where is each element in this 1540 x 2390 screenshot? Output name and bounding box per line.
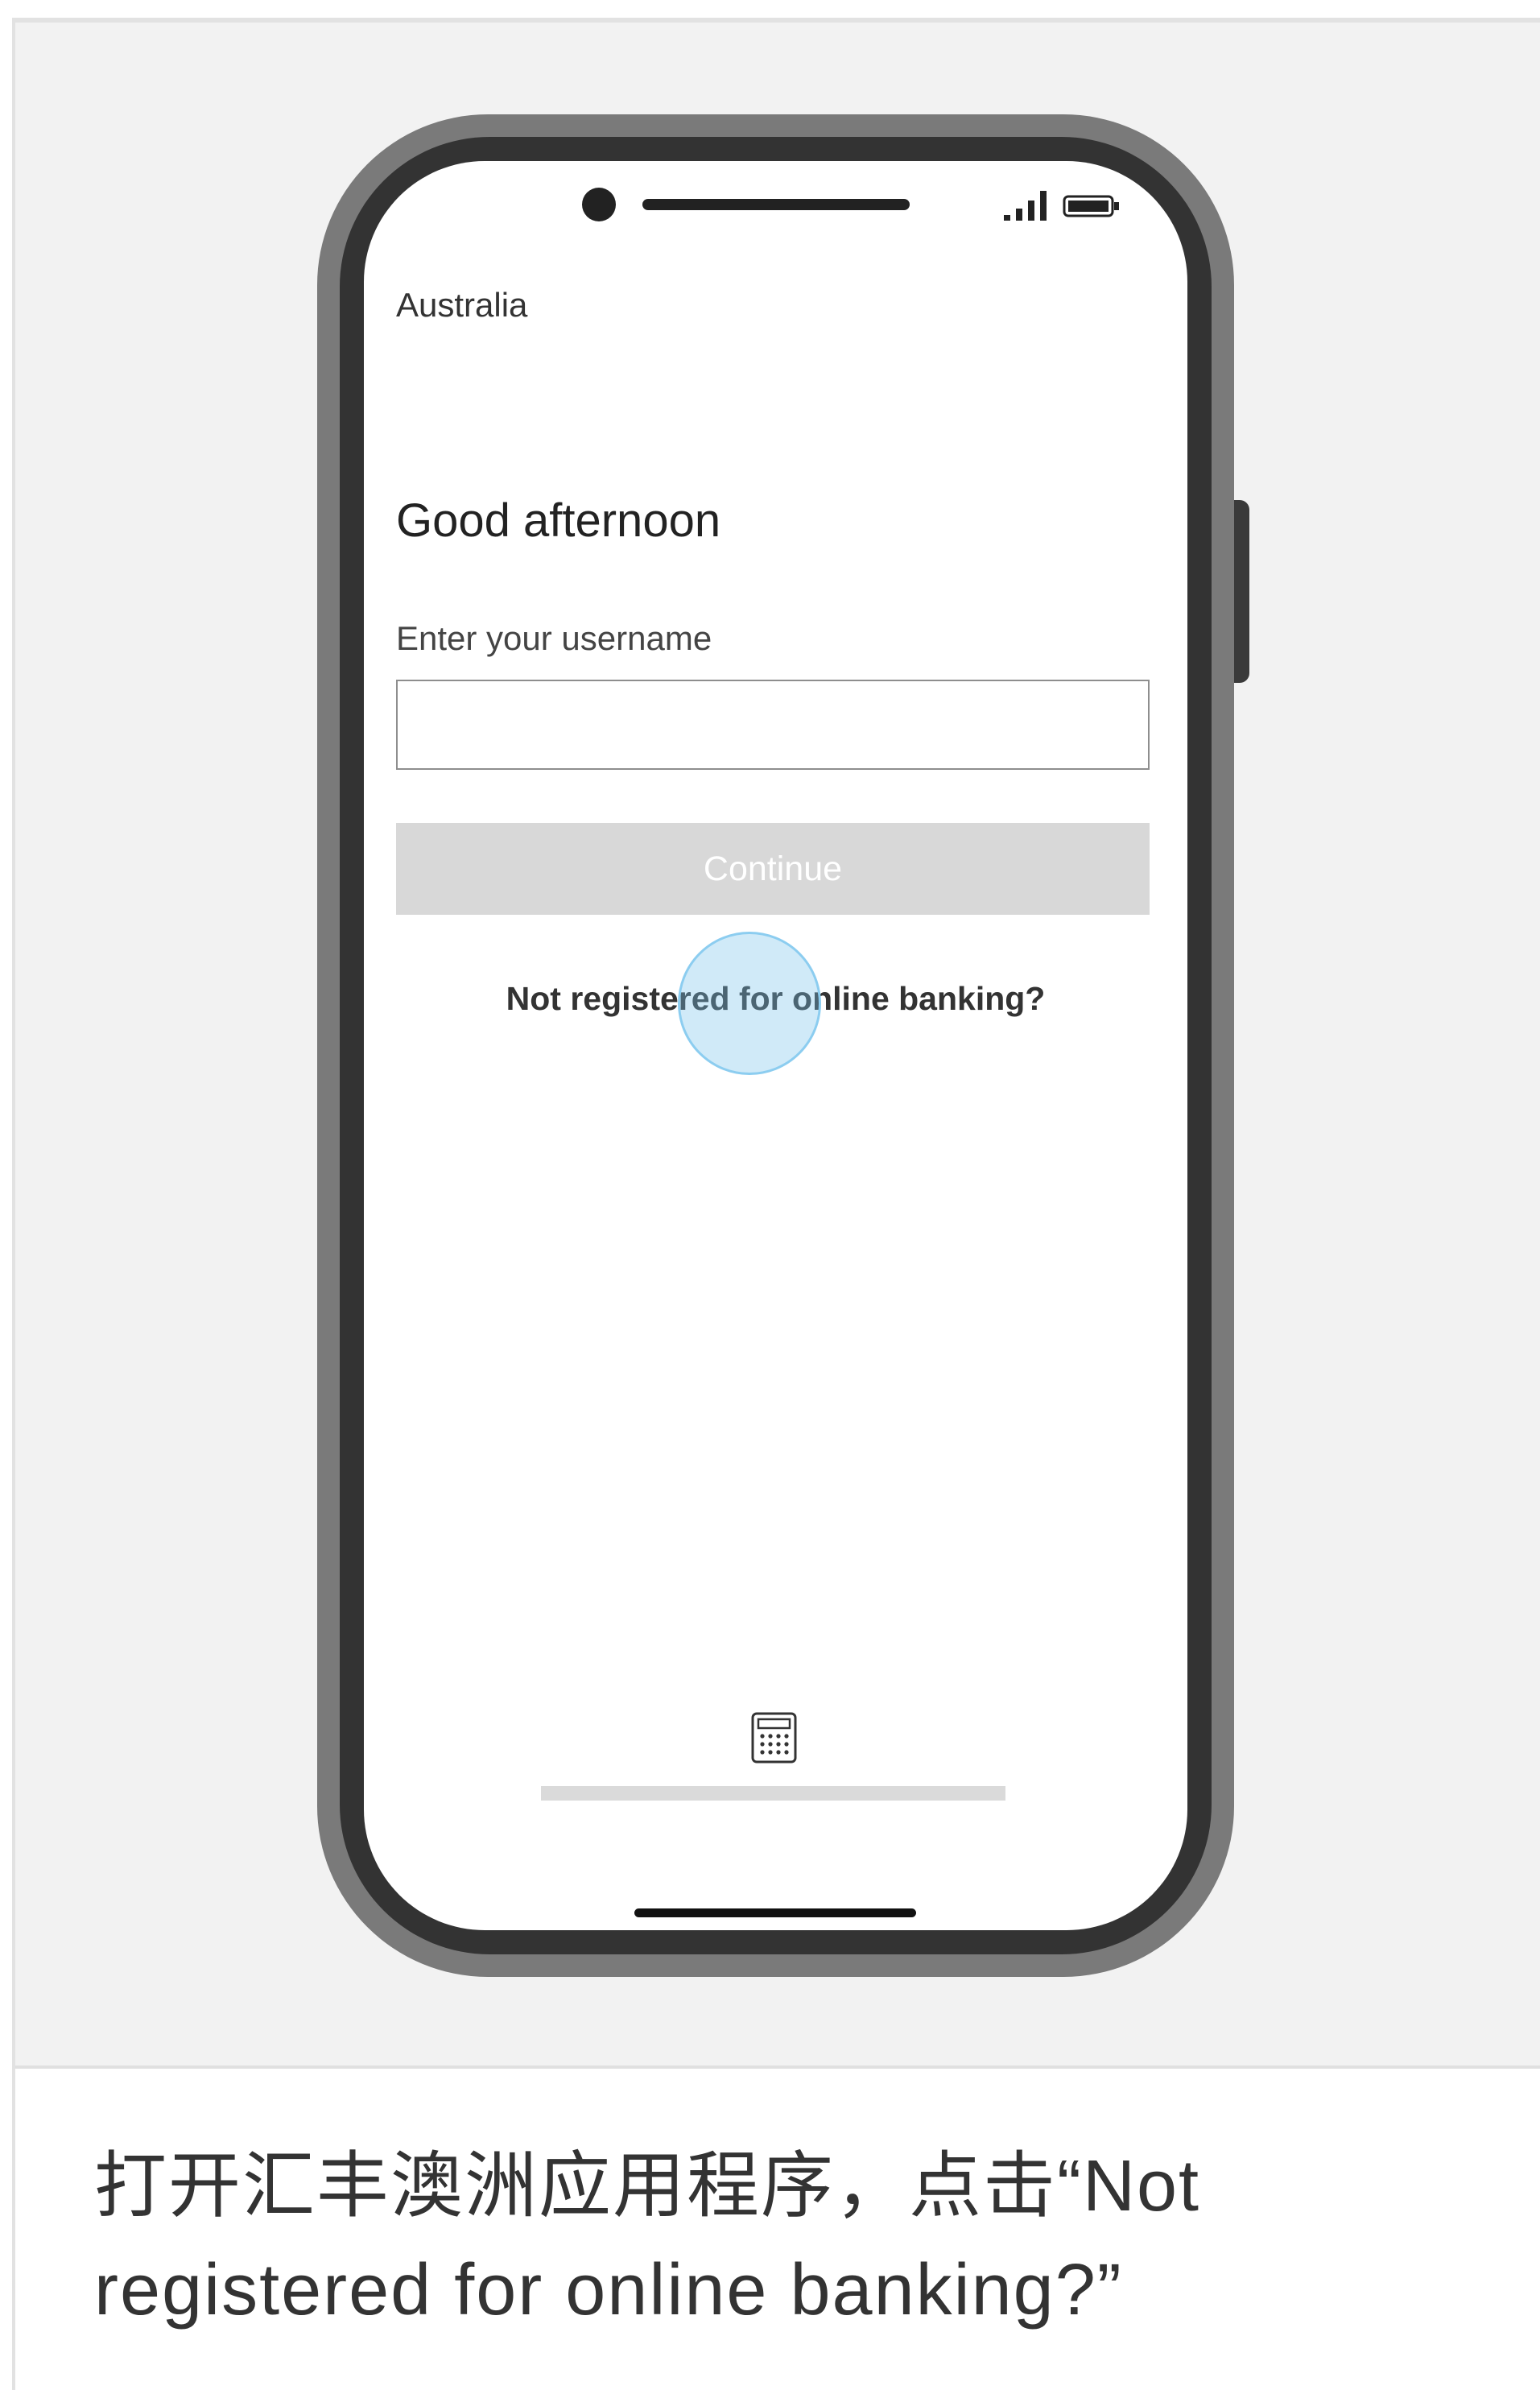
greeting-heading: Good afternoon bbox=[396, 494, 721, 547]
username-label: Enter your username bbox=[396, 619, 712, 657]
instruction-caption: 打开汇丰澳洲应用程序，点击“Not registered for online … bbox=[94, 2146, 1201, 2330]
continue-button[interactable]: Continue bbox=[396, 823, 1150, 915]
bottom-divider-bar bbox=[541, 1786, 1005, 1801]
calculator-icon[interactable] bbox=[751, 1712, 797, 1764]
signal-icon bbox=[1004, 191, 1047, 221]
region-label: Australia bbox=[396, 286, 528, 324]
speaker-grille bbox=[642, 199, 910, 210]
register-link[interactable]: Not registered for online banking? bbox=[364, 979, 1187, 1018]
home-indicator[interactable] bbox=[634, 1908, 916, 1917]
phone-screen: Australia Good afternoon Enter your user… bbox=[364, 161, 1187, 1930]
camera-icon bbox=[582, 188, 616, 221]
username-input[interactable] bbox=[396, 680, 1150, 770]
battery-icon bbox=[1063, 195, 1119, 217]
